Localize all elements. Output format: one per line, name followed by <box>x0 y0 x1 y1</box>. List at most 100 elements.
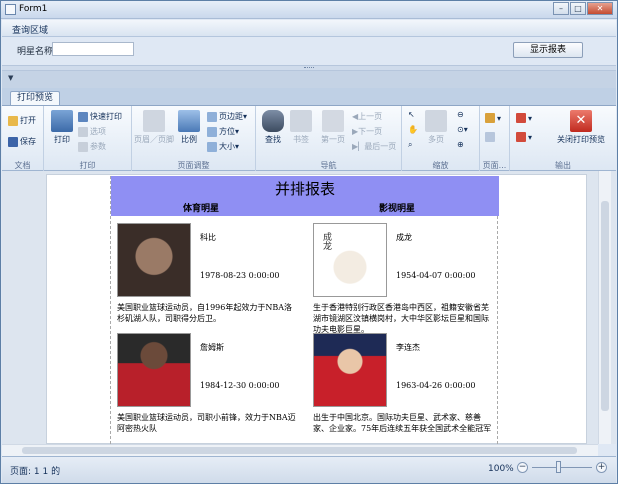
export-pdf-button[interactable]: ▾ <box>516 113 532 123</box>
many-pages-button[interactable]: 多页 <box>424 110 448 145</box>
orientation-button[interactable]: 方位 ▾ <box>207 126 239 137</box>
show-report-button[interactable]: 显示报表 <box>513 42 583 58</box>
hand-tool-button[interactable]: ✋ <box>408 125 418 134</box>
maximize-icon[interactable]: □ <box>570 2 586 15</box>
bookmark-tree-icon <box>290 110 312 132</box>
star-name: 科比 <box>200 233 216 242</box>
send-email-button[interactable]: ▾ <box>516 132 532 142</box>
horizontal-scrollbar[interactable] <box>2 444 598 456</box>
header-footer-button[interactable]: 页眉／页脚 <box>134 110 174 145</box>
last-page-button[interactable]: ▶▏ 最后一页 <box>352 141 396 152</box>
star-photo <box>117 223 191 297</box>
zoom-out-icon[interactable]: − <box>517 462 528 473</box>
close-preview-button[interactable]: ✕ 关闭打印预览 <box>550 110 612 145</box>
zoom-out-button[interactable]: ⊖ <box>457 110 464 119</box>
group-print-label: 打印 <box>79 161 96 170</box>
zoom-slider-track[interactable] <box>532 467 592 468</box>
print-button[interactable]: 打印 <box>50 110 74 145</box>
group-export: ▾ ▾ ✕ 关闭打印预览 输出 <box>510 106 616 172</box>
ribbon: 打开 保存 文档 打印 快速打印 选项 参数 打印 页眉／页脚 比例 页边距 ▾ … <box>2 105 616 172</box>
zoom-slider-thumb[interactable] <box>556 461 561 473</box>
list-item: 李连杰 1963-04-26 0:00:00 出生于中国北京。国际功夫巨星、武术… <box>307 329 497 441</box>
open-button[interactable]: 打开 <box>8 115 36 126</box>
minimize-icon[interactable]: – <box>553 2 569 15</box>
vertical-scrollbar[interactable] <box>598 171 611 444</box>
zoom-button[interactable]: ⊙▾ <box>457 125 468 134</box>
scale-icon <box>178 110 200 132</box>
column-film-stars: 影视明星 <box>379 204 416 214</box>
horizontal-scroll-thumb[interactable] <box>22 447 577 454</box>
group-print: 打印 快速打印 选项 参数 打印 <box>44 106 132 172</box>
star-name-input[interactable] <box>52 42 134 56</box>
pdf-icon <box>516 113 526 123</box>
query-panel: 明星名称 显示报表 <box>2 37 616 65</box>
margins-button[interactable]: 页边距 ▾ <box>207 111 247 122</box>
zoom-in-icon[interactable]: + <box>596 462 607 473</box>
report-title: 并排报表 <box>274 180 335 198</box>
ribbon-tab-bar: 打印预览 <box>2 88 616 106</box>
star-birthdate: 1963-04-26 0:00:00 <box>396 381 476 390</box>
vertical-scroll-thumb[interactable] <box>601 201 609 411</box>
group-zoom-label: 缩放 <box>432 161 449 170</box>
list-item: 詹姆斯 1984-12-30 0:00:00 美国职业篮球运动员，司职小前锋，效… <box>111 329 301 441</box>
star-birthdate: 1984-12-30 0:00:00 <box>200 381 280 390</box>
query-group-header[interactable]: 查询区域 <box>2 20 616 37</box>
window-title: Form1 <box>19 4 48 14</box>
hand-icon: ✋ <box>408 125 418 134</box>
window: Form1 – □ ✕ 查询区域 明星名称 显示报表 ▼ 打印预览 打开 保存 … <box>0 0 618 484</box>
group-navigation-label: 导航 <box>320 161 337 170</box>
report-body: 并排报表 体育明星 影视明星 科比 1978-08-23 0:00:00 美国职… <box>110 176 499 444</box>
pointer-icon: ↖ <box>408 110 415 119</box>
first-page-icon <box>322 110 344 132</box>
folder-icon <box>8 115 18 126</box>
scale-button[interactable]: 比例 <box>176 110 202 145</box>
next-page-button[interactable]: ▶ 下一页 <box>352 126 382 137</box>
find-button[interactable]: 查找 <box>261 110 285 145</box>
parameters-icon <box>78 141 88 152</box>
tab-print-preview[interactable]: 打印预览 <box>10 91 60 106</box>
column-sports-stars: 体育明星 <box>183 204 220 214</box>
group-document-label: 文档 <box>14 161 31 170</box>
zoom-out-icon: ⊖ <box>457 110 464 119</box>
quick-print-button[interactable]: 快速打印 <box>78 111 122 122</box>
options-button[interactable]: 选项 <box>78 126 106 137</box>
header-footer-icon <box>143 110 165 132</box>
star-description: 美国职业篮球运动员，司职小前锋，效力于NBA迈阿密热火队 <box>117 413 296 433</box>
preview-area[interactable]: 并排报表 体育明星 影视明星 科比 1978-08-23 0:00:00 美国职… <box>2 171 616 444</box>
query-group-title: 查询区域 <box>12 26 49 36</box>
save-button[interactable]: 保存 <box>8 136 36 147</box>
magnifier-tool-button[interactable]: ⌕ <box>408 140 412 150</box>
watermark-button[interactable] <box>485 132 497 142</box>
photo-caption: 成龙 <box>321 232 331 250</box>
binoculars-icon <box>262 110 284 132</box>
size-button[interactable]: 大小 ▾ <box>207 141 239 152</box>
close-icon[interactable]: ✕ <box>587 2 613 15</box>
page-size-icon <box>207 141 217 152</box>
dropdown-icon[interactable]: ▼ <box>8 74 13 82</box>
last-icon: ▶▏ <box>352 142 365 151</box>
star-birthdate: 1954-04-07 0:00:00 <box>396 271 476 280</box>
star-description: 美国职业篮球运动员，自1996年起效力于NBA洛杉矶湖人队，司职得分后卫。 <box>117 303 293 323</box>
star-name: 李连杰 <box>396 343 420 352</box>
star-photo: 成龙 <box>313 223 387 297</box>
star-name: 成龙 <box>396 233 412 242</box>
group-page-background-label: 页面... <box>482 161 507 170</box>
close-preview-icon: ✕ <box>570 110 592 132</box>
bookmarks-button[interactable]: 书签 <box>289 110 313 145</box>
group-document: 打开 保存 文档 <box>2 106 44 172</box>
many-pages-icon <box>425 110 447 132</box>
group-export-label: 输出 <box>555 161 571 170</box>
prev-page-button[interactable]: ◀ 上一页 <box>352 111 382 122</box>
first-page-button[interactable]: 第一页 <box>318 110 348 145</box>
group-page-setup: 页眉／页脚 比例 页边距 ▾ 方位 ▾ 大小 ▾ 页面调整 <box>132 106 256 172</box>
group-page-setup-label: 页面调整 <box>177 161 210 170</box>
zoom-in-button[interactable]: ⊕ <box>457 140 464 149</box>
page-color-button[interactable]: ▾ <box>485 113 501 123</box>
star-name: 詹姆斯 <box>200 343 224 352</box>
save-icon <box>8 136 18 147</box>
group-zoom: ↖ ✋ ⌕ 多页 ⊖ ⊙▾ ⊕ 缩放 <box>402 106 480 172</box>
watermark-icon <box>485 132 495 142</box>
orientation-icon <box>207 126 217 137</box>
pointer-tool-button[interactable]: ↖ <box>408 110 415 119</box>
params-button[interactable]: 参数 <box>78 141 106 152</box>
